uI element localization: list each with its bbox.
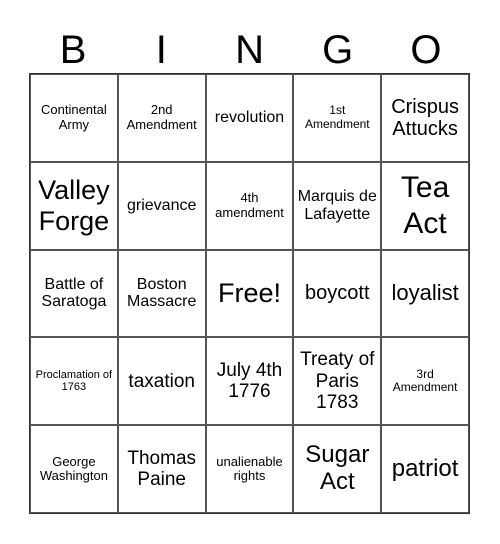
bingo-cell[interactable]: 1st Amendment xyxy=(293,74,382,162)
bingo-cell[interactable]: unalienable rights xyxy=(205,425,294,513)
bingo-cell[interactable]: Battle of Saratoga xyxy=(30,249,118,338)
bingo-cell[interactable]: 2nd Amendment xyxy=(117,74,206,162)
bingo-cell[interactable]: George Washington xyxy=(30,425,118,513)
bingo-cell[interactable]: Proclamation of 1763 xyxy=(30,337,118,426)
bingo-cell[interactable]: grievance xyxy=(117,161,206,250)
header-letter-n: N xyxy=(235,28,264,72)
bingo-cell[interactable]: Continental Army xyxy=(30,74,118,162)
header-letter-i: I xyxy=(155,28,167,72)
bingo-cell[interactable]: patriot xyxy=(381,425,469,513)
bingo-cell[interactable]: 3rd Amendment xyxy=(381,337,469,426)
bingo-header: B I N G O xyxy=(29,26,470,74)
bingo-cell[interactable]: Crispus Attucks xyxy=(381,74,469,162)
bingo-cell[interactable]: Sugar Act xyxy=(293,425,382,513)
bingo-cell[interactable]: Marquis de Lafayette xyxy=(293,161,382,250)
header-letter-b: B xyxy=(59,28,87,72)
bingo-cell[interactable]: loyalist xyxy=(381,249,469,338)
header-letter-o: O xyxy=(410,28,442,72)
bingo-cell[interactable]: July 4th 1776 xyxy=(205,337,294,426)
free-space-cell[interactable]: Free! xyxy=(205,249,294,338)
bingo-cell[interactable]: taxation xyxy=(117,337,206,426)
bingo-cell[interactable]: Tea Act xyxy=(381,161,469,250)
bingo-cell[interactable]: revolution xyxy=(205,74,294,162)
bingo-cell[interactable]: Boston Massacre xyxy=(117,249,206,338)
bingo-card-grid: Continental Army 2nd Amendment revolutio… xyxy=(29,73,470,514)
bingo-cell[interactable]: boycott xyxy=(293,249,382,338)
bingo-cell[interactable]: Thomas Paine xyxy=(117,425,206,513)
bingo-cell[interactable]: 4th amendment xyxy=(205,161,294,250)
bingo-cell[interactable]: Treaty of Paris 1783 xyxy=(293,337,382,426)
bingo-cell[interactable]: Valley Forge xyxy=(30,161,118,250)
header-letter-g: G xyxy=(322,28,354,72)
